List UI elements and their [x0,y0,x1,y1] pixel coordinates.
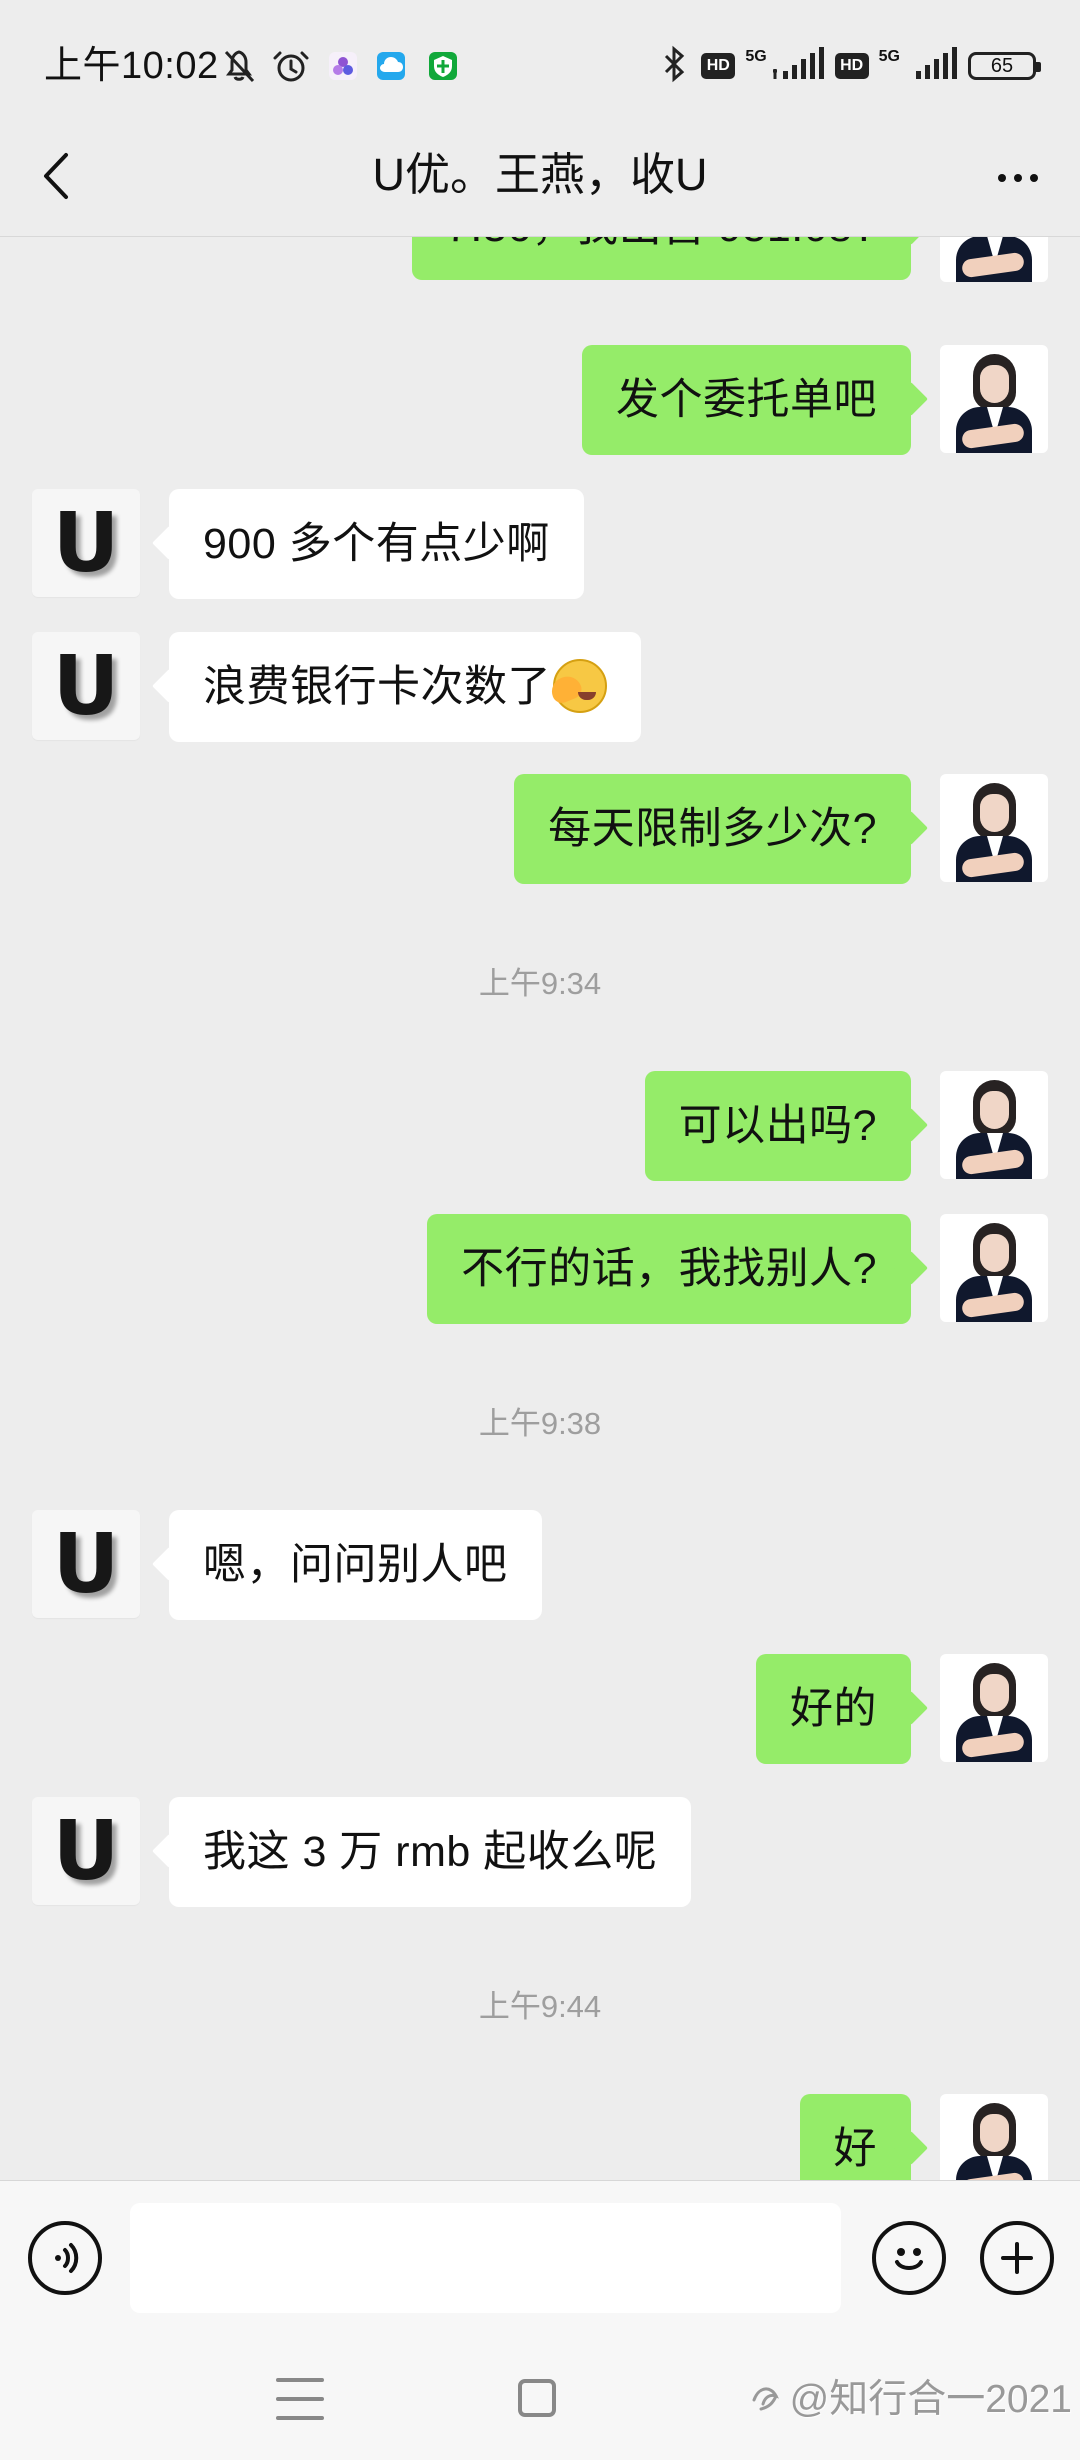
watermark-logo-icon [752,2387,779,2411]
cloud-app-icon [374,46,408,86]
timestamp-divider: 上午9:34 [478,966,602,1001]
message-row: U 900 多个有点少啊 [0,489,1080,599]
voice-icon [55,2243,79,2273]
menu-line-icon [276,2397,324,2401]
avatar-face [980,2114,1009,2152]
wechat-chat-screen: 上午10:02 HD 5G HD 5G 65 发个委托单吧 U 900 多个有点… [0,0,1080,2460]
user-avatar[interactable] [940,1214,1048,1322]
sent-message-bubble[interactable]: 每天限制多少次? [514,774,911,884]
emoji-icon [895,2248,923,2270]
alarm-icon [270,46,312,86]
message-row: U 我这 3 万 rmb 起收么呢 [0,1797,1080,1907]
more-icon [998,174,1006,182]
chat-title: U优。王燕，收U [372,149,708,200]
timestamp-divider: 上午9:38 [478,1406,602,1441]
status-bar: 上午10:02 HD 5G HD 5G 65 [0,0,1080,130]
message-row: U 浪费银行卡次数了 [0,632,1080,742]
received-message-bubble[interactable]: 浪费银行卡次数了 [169,632,641,742]
status-time: 上午10:02 [44,45,219,87]
timestamp-divider: 上午9:44 [478,1989,602,2024]
signal-icon [771,46,825,86]
back-button[interactable] [30,140,82,212]
home-button[interactable] [518,2379,556,2417]
message-row: 不行的话，我找别人? [0,1214,1080,1324]
plus-icon [1001,2242,1033,2274]
status-right-cluster: HD 5G HD 5G 65 [657,44,1041,89]
user-avatar[interactable] [940,1654,1048,1762]
sent-message-bubble[interactable]: 不行的话，我找别人? [427,1214,911,1324]
received-message-bubble[interactable]: 嗯，问问别人吧 [169,1510,542,1620]
contact-avatar[interactable]: U [32,632,140,740]
plus-button[interactable] [980,2221,1054,2295]
avatar-face [980,365,1009,403]
contact-avatar-letter: U [52,496,120,591]
contact-avatar-letter: U [52,639,120,734]
message-row: 可以出吗? [0,1071,1080,1181]
avatar-face [980,1234,1009,1272]
message-row: 每天限制多少次? [0,774,1080,884]
avatar-face [980,794,1009,832]
contact-avatar-letter: U [52,1517,120,1612]
received-message-bubble[interactable]: 900 多个有点少啊 [169,489,584,599]
message-list: 7.36，我出售 951.08? 发个委托单吧 U [0,0,1080,2460]
received-message-bubble[interactable]: 我这 3 万 rmb 起收么呢 [169,1797,692,1907]
sent-message-bubble[interactable]: 可以出吗? [644,1071,911,1181]
watermark-text: @知行合一2021 [789,2378,1072,2421]
message-row: 发个委托单吧 [0,345,1080,455]
recent-apps-button[interactable] [276,2378,324,2420]
user-avatar[interactable] [940,774,1048,882]
watermark: @知行合一2021 [748,2368,1072,2424]
avatar-face [980,1091,1009,1129]
menu-line-icon [276,2378,324,2382]
network-label: 5G [878,48,900,65]
security-app-icon [426,46,460,86]
message-input[interactable] [130,2203,841,2313]
more-button[interactable] [988,148,1048,208]
chat-header: U优。王燕，收U [0,118,1080,237]
app-status-icon [326,46,360,86]
more-icon [1030,174,1038,182]
contact-avatar[interactable]: U [32,489,140,597]
hd-badge: HD [834,53,869,79]
avatar-face [980,1674,1009,1712]
message-row: 好的 [0,1654,1080,1764]
emoji-button[interactable] [872,2221,946,2295]
network-label: 5G [745,48,767,65]
bluetooth-icon [657,44,691,89]
chevron-left-icon [44,153,68,199]
battery-indicator: 65 [968,52,1041,80]
signal-icon [904,46,958,86]
hd-badge: HD [701,53,736,79]
sent-message-bubble[interactable]: 好的 [756,1654,911,1764]
contact-avatar-letter: U [52,1804,120,1899]
contact-avatar[interactable]: U [32,1510,140,1618]
more-icon [1014,174,1022,182]
user-avatar[interactable] [940,1071,1048,1179]
system-navigation-bar: @知行合一2021 [0,2324,1080,2460]
message-row: U 嗯，问问别人吧 [0,1510,1080,1620]
message-text: 浪费银行卡次数了 [203,663,551,711]
mute-bell-icon [218,46,260,86]
menu-line-icon [276,2416,324,2420]
voice-button[interactable] [28,2221,102,2295]
user-avatar[interactable] [940,345,1048,453]
facepalm-emoji-icon [553,659,607,713]
sent-message-bubble[interactable]: 发个委托单吧 [582,345,911,455]
contact-avatar[interactable]: U [32,1797,140,1905]
